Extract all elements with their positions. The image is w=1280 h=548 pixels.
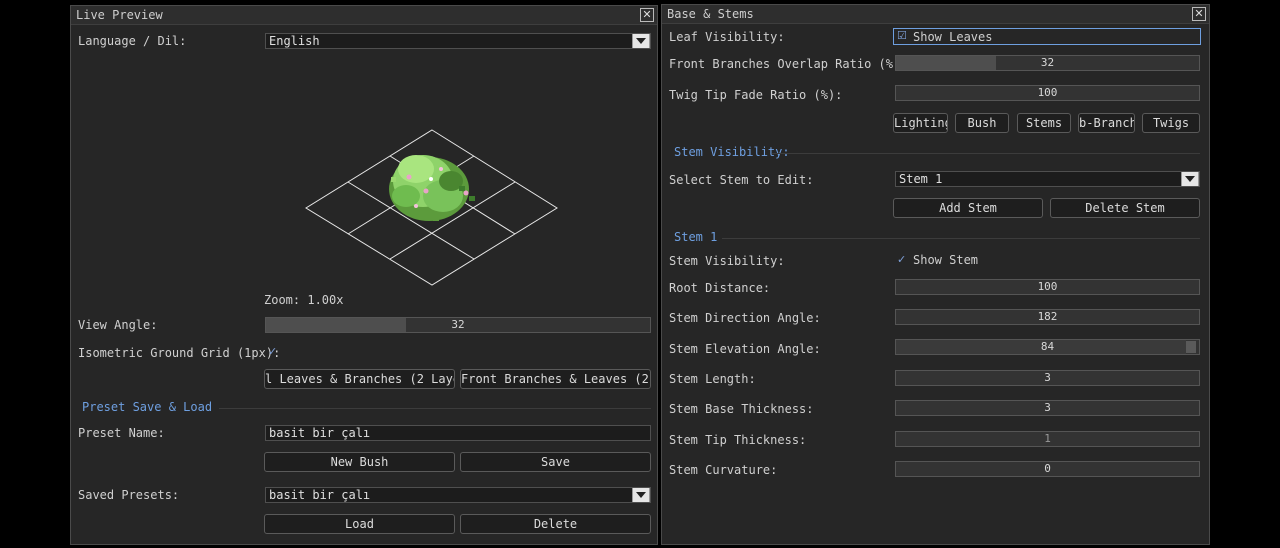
- elevation-angle-label: Stem Elevation Angle:: [669, 342, 821, 356]
- view-angle-value: 32: [451, 318, 465, 331]
- close-icon[interactable]: ✕: [1192, 7, 1206, 21]
- stem-visibility-label: Stem Visibility:: [669, 254, 785, 268]
- check-icon: ✓: [897, 253, 907, 266]
- language-select[interactable]: English: [265, 33, 651, 49]
- stem-length-slider[interactable]: 3: [895, 370, 1200, 386]
- zoom-readout: Zoom: 1.00x: [264, 293, 344, 307]
- background-app-edge-right: [1212, 0, 1280, 548]
- tab-lighting[interactable]: Lighting: [893, 113, 948, 133]
- base-thickness-slider[interactable]: 3: [895, 400, 1200, 416]
- base-stems-titlebar[interactable]: Base & Stems ✕: [662, 5, 1209, 24]
- delete-button[interactable]: Delete: [460, 514, 651, 534]
- direction-angle-label: Stem Direction Angle:: [669, 311, 821, 325]
- chevron-down-icon[interactable]: [632, 34, 650, 48]
- grid-label: Isometric Ground Grid (1px):: [78, 346, 281, 360]
- live-preview-title: Live Preview: [76, 8, 163, 22]
- curvature-label: Stem Curvature:: [669, 463, 778, 477]
- root-distance-label: Root Distance:: [669, 281, 771, 295]
- load-button[interactable]: Load: [264, 514, 455, 534]
- elevation-angle-value: 84: [1040, 340, 1055, 353]
- bush-leaves: [389, 155, 475, 221]
- direction-angle-slider[interactable]: 182: [895, 309, 1200, 325]
- chevron-down-icon[interactable]: [1181, 172, 1199, 186]
- direction-angle-value: 182: [1037, 310, 1058, 323]
- stem-visibility-divider: [772, 153, 1200, 154]
- tab-sub-branch[interactable]: b-Branch: [1078, 113, 1135, 133]
- root-distance-value: 100: [1037, 280, 1058, 293]
- live-preview-titlebar[interactable]: Live Preview ✕: [71, 6, 657, 25]
- view-angle-label: View Angle:: [78, 318, 158, 332]
- front-overlap-slider[interactable]: 32: [895, 55, 1200, 71]
- twig-fade-value: 100: [1037, 86, 1058, 99]
- grid-checkbox[interactable]: ✓: [268, 345, 277, 358]
- language-select-value: English: [269, 34, 320, 48]
- view-angle-slider[interactable]: 32: [265, 317, 651, 333]
- stem-length-label: Stem Length:: [669, 372, 756, 386]
- tab-stems[interactable]: Stems: [1017, 113, 1071, 133]
- new-bush-button[interactable]: New Bush: [264, 452, 455, 472]
- stem-visibility-section: Stem Visibility:: [674, 145, 790, 159]
- delete-stem-button[interactable]: Delete Stem: [1050, 198, 1200, 218]
- tip-thickness-slider[interactable]: 1: [895, 431, 1200, 447]
- show-stem-label: Show Stem: [913, 253, 979, 267]
- live-preview-panel: Live Preview ✕ Language / Dil: English Z…: [70, 5, 658, 545]
- base-stems-panel: Base & Stems ✕ Leaf Visibility: ☑ Show L…: [661, 4, 1210, 545]
- preset-section-divider: [219, 408, 651, 409]
- stem-1-section: Stem 1: [674, 230, 718, 244]
- twig-fade-label: Twig Tip Fade Ratio (%):: [669, 88, 843, 102]
- check-icon: ☑: [897, 29, 907, 42]
- layer-button-front-branches[interactable]: Front Branches & Leaves (2 L: [460, 369, 651, 389]
- base-thickness-label: Stem Base Thickness:: [669, 402, 814, 416]
- saved-presets-label: Saved Presets:: [78, 488, 180, 502]
- twig-fade-slider[interactable]: 100: [895, 85, 1200, 101]
- close-icon[interactable]: ✕: [640, 8, 654, 22]
- tip-thickness-label: Stem Tip Thickness:: [669, 433, 807, 447]
- root-distance-slider[interactable]: 100: [895, 279, 1200, 295]
- saved-presets-value: basit bir çalı: [269, 488, 371, 502]
- tip-thickness-value: 1: [1044, 432, 1051, 445]
- leaf-visibility-label: Leaf Visibility:: [669, 30, 785, 44]
- front-overlap-label: Front Branches Overlap Ratio (%):: [669, 57, 908, 71]
- save-button[interactable]: Save: [460, 452, 651, 472]
- background-app-edge-left: [0, 0, 66, 548]
- show-stem-toggle[interactable]: ✓ Show Stem: [895, 253, 1015, 269]
- tab-bush[interactable]: Bush: [955, 113, 1009, 133]
- saved-presets-select[interactable]: basit bir çalı: [265, 487, 651, 503]
- stem-length-value: 3: [1044, 371, 1051, 384]
- layer-button-leaves-branches[interactable]: l Leaves & Branches (2 Layer: [264, 369, 455, 389]
- curvature-slider[interactable]: 0: [895, 461, 1200, 477]
- show-leaves-toggle[interactable]: ☑ Show Leaves: [893, 28, 1201, 45]
- chevron-down-icon[interactable]: [632, 488, 650, 502]
- select-stem-label: Select Stem to Edit:: [669, 173, 814, 187]
- language-label: Language / Dil:: [78, 34, 187, 48]
- select-stem-value: Stem 1: [899, 172, 943, 186]
- preset-name-label: Preset Name:: [78, 426, 165, 440]
- base-thickness-value: 3: [1044, 401, 1051, 414]
- tab-twigs[interactable]: Twigs: [1142, 113, 1200, 133]
- stem-1-divider: [722, 238, 1200, 239]
- elevation-angle-slider[interactable]: 84: [895, 339, 1200, 355]
- preset-section-title: Preset Save & Load: [82, 400, 213, 414]
- front-overlap-value: 32: [1040, 56, 1055, 69]
- curvature-value: 0: [1044, 462, 1051, 475]
- add-stem-button[interactable]: Add Stem: [893, 198, 1043, 218]
- base-stems-title: Base & Stems: [667, 7, 754, 21]
- select-stem-dropdown[interactable]: Stem 1: [895, 171, 1200, 187]
- preset-name-input[interactable]: basit bir çalı: [265, 425, 651, 441]
- show-leaves-label: Show Leaves: [913, 30, 993, 44]
- bush-preview-canvas[interactable]: [71, 51, 657, 296]
